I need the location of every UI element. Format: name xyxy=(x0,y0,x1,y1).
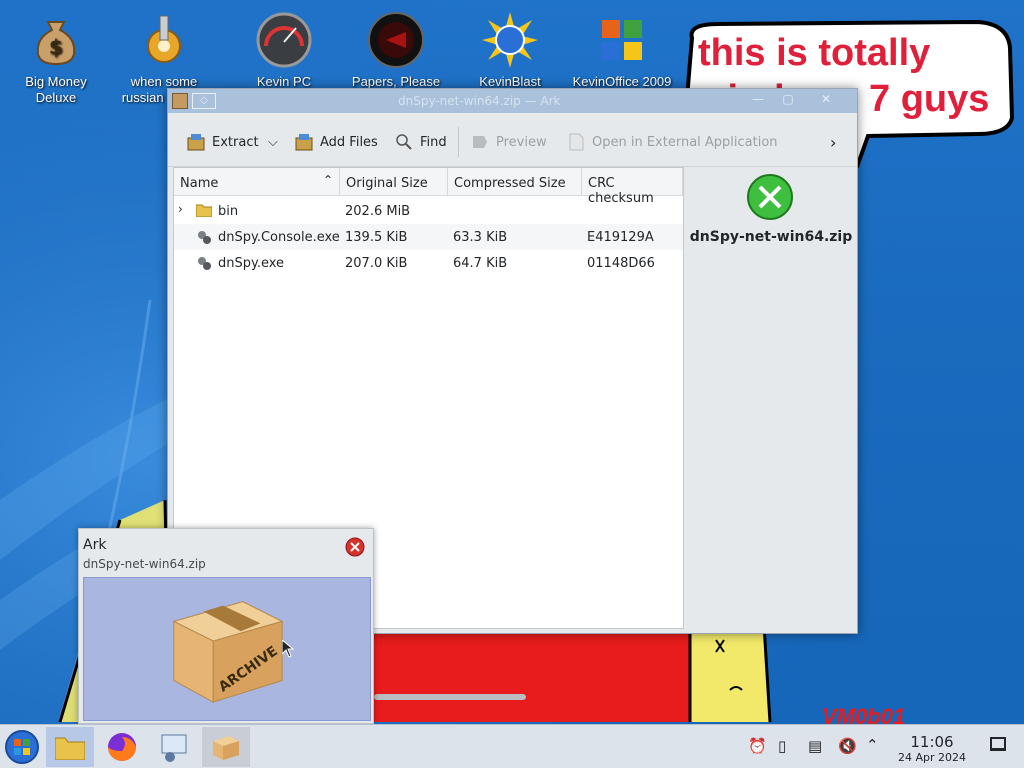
cell-crc: E419129A xyxy=(587,230,654,245)
find-button[interactable]: Find xyxy=(394,131,447,153)
extract-icon xyxy=(187,134,205,151)
add-files-label: Add Files xyxy=(320,134,378,150)
popup-subtitle: dnSpy-net-win64.zip xyxy=(83,557,206,571)
clock[interactable]: 11:06 24 Apr 2024 xyxy=(888,733,976,764)
office-icon xyxy=(602,20,642,60)
extract-dropdown-chevron-icon[interactable]: ⌵ xyxy=(268,131,278,153)
executable-icon xyxy=(198,257,211,270)
archive-box-icon xyxy=(213,736,239,760)
window-titlebar[interactable]: ◇ dnSpy-net-win64.zip — Ark — ▢ ✕ xyxy=(168,89,857,113)
papers-please-icon xyxy=(368,12,424,68)
archive-tool-icon xyxy=(747,174,793,220)
minimize-button[interactable]: — xyxy=(748,92,768,108)
info-panel: dnSpy-net-win64.zip xyxy=(688,167,854,629)
money-bag-icon: $ xyxy=(36,21,76,66)
open-external-label: Open in External Application xyxy=(592,134,778,150)
table-row[interactable]: dnSpy.exe 207.0 KiB 64.7 KiB 01148D66 xyxy=(174,250,683,276)
column-label: Original Size xyxy=(346,176,428,191)
add-files-icon xyxy=(295,134,313,151)
volume-muted-icon[interactable]: 🔇 xyxy=(838,737,857,755)
preview-button[interactable]: Preview xyxy=(470,131,547,153)
taskbar-ark[interactable] xyxy=(202,727,250,767)
cell-crc: 01148D66 xyxy=(587,256,655,271)
clock-time: 11:06 xyxy=(910,733,954,751)
table-row[interactable]: › bin 202.6 MiB xyxy=(174,198,683,224)
firefox-icon[interactable] xyxy=(102,727,142,767)
cell-compressed-size: 64.7 KiB xyxy=(453,256,508,271)
gear-icon xyxy=(147,15,181,63)
column-header-original-size[interactable]: Original Size xyxy=(340,168,448,196)
pin-icon[interactable]: ◇ xyxy=(192,93,216,109)
cell-name: dnSpy.exe xyxy=(218,256,285,271)
find-label: Find xyxy=(420,134,447,150)
preview-icon xyxy=(473,136,487,148)
table-row[interactable]: dnSpy.Console.exe 139.5 KiB 63.3 KiB E41… xyxy=(174,224,683,250)
extract-label: Extract xyxy=(212,134,259,150)
column-header-name[interactable]: Name ⌃ xyxy=(174,168,340,196)
info-filename: dnSpy-net-win64.zip xyxy=(689,229,853,245)
cell-name: bin xyxy=(218,204,239,219)
system-settings-icon[interactable] xyxy=(154,727,194,767)
taskbar: ⏰ ▯ ▤ 🔇 ⌃ 11:06 24 Apr 2024 xyxy=(0,724,1024,768)
cell-original-size: 202.6 MiB xyxy=(345,204,411,219)
column-header-compressed-size[interactable]: Compressed Size xyxy=(448,168,582,196)
preview-label: Preview xyxy=(496,134,547,150)
sort-ascending-icon: ⌃ xyxy=(322,173,333,187)
toolbar: Extract ⌵ Add Files Find Preview Open in… xyxy=(168,113,857,167)
cell-original-size: 139.5 KiB xyxy=(345,230,408,245)
horizontal-scrollbar[interactable] xyxy=(374,694,526,700)
window-menu-icon[interactable] xyxy=(172,93,188,109)
document-icon xyxy=(569,133,584,151)
cell-name: dnSpy.Console.exe xyxy=(218,230,340,245)
cell-compressed-size: 63.3 KiB xyxy=(453,230,508,245)
archive-box-icon: ARCHIVE xyxy=(172,601,284,703)
cell-original-size: 207.0 KiB xyxy=(345,256,408,271)
popup-thumbnail[interactable]: ARCHIVE xyxy=(83,577,371,721)
desktop-icon-kevinoffice[interactable]: KevinOffice 2009 xyxy=(572,12,672,90)
column-label: Name xyxy=(180,176,219,191)
folder-icon xyxy=(55,737,85,760)
desktop-icon-label: Big Money Deluxe xyxy=(25,74,87,105)
desktop-icon-big-money[interactable]: $ Big Money Deluxe xyxy=(6,12,106,106)
start-button-icon[interactable] xyxy=(2,727,42,767)
mouse-cursor-icon xyxy=(282,640,294,658)
maximize-button[interactable]: ▢ xyxy=(778,92,798,108)
clock-date: 24 Apr 2024 xyxy=(897,751,966,764)
executable-icon xyxy=(198,231,211,244)
sun-disc-icon xyxy=(482,12,538,68)
speedometer-icon xyxy=(256,12,312,68)
extract-button[interactable]: Extract xyxy=(186,131,259,153)
svg-text:$: $ xyxy=(49,35,63,59)
window-title: dnSpy-net-win64.zip — Ark xyxy=(398,94,561,108)
close-button[interactable]: ✕ xyxy=(816,92,836,108)
notifications-icon[interactable]: ⏰ xyxy=(748,737,767,755)
storage-icon[interactable]: ▤ xyxy=(808,737,822,755)
show-desktop-icon[interactable] xyxy=(990,737,1006,751)
speech-line-1: this is totally xyxy=(698,32,931,74)
taskbar-file-manager[interactable] xyxy=(46,727,94,767)
popup-app-name: Ark xyxy=(83,537,107,553)
column-header-crc[interactable]: CRC checksum xyxy=(582,168,683,206)
add-files-button[interactable]: Add Files xyxy=(294,131,378,153)
column-label: Compressed Size xyxy=(454,176,566,191)
open-external-button[interactable]: Open in External Application xyxy=(566,131,778,153)
toolbar-separator xyxy=(458,127,459,157)
tray-expand-chevron-icon[interactable]: ⌃ xyxy=(866,736,879,754)
clipboard-icon[interactable]: ▯ xyxy=(778,737,786,755)
taskbar-preview-popup[interactable]: Ark dnSpy-net-win64.zip ARCHIVE xyxy=(78,528,374,724)
toolbar-overflow-chevron-icon[interactable]: › xyxy=(830,131,836,153)
close-icon[interactable] xyxy=(345,537,365,557)
expand-chevron-icon[interactable]: › xyxy=(178,202,183,216)
search-icon xyxy=(396,134,412,150)
desktop-icon-papers-please[interactable]: Papers, Please xyxy=(346,12,446,90)
folder-icon xyxy=(196,204,212,217)
